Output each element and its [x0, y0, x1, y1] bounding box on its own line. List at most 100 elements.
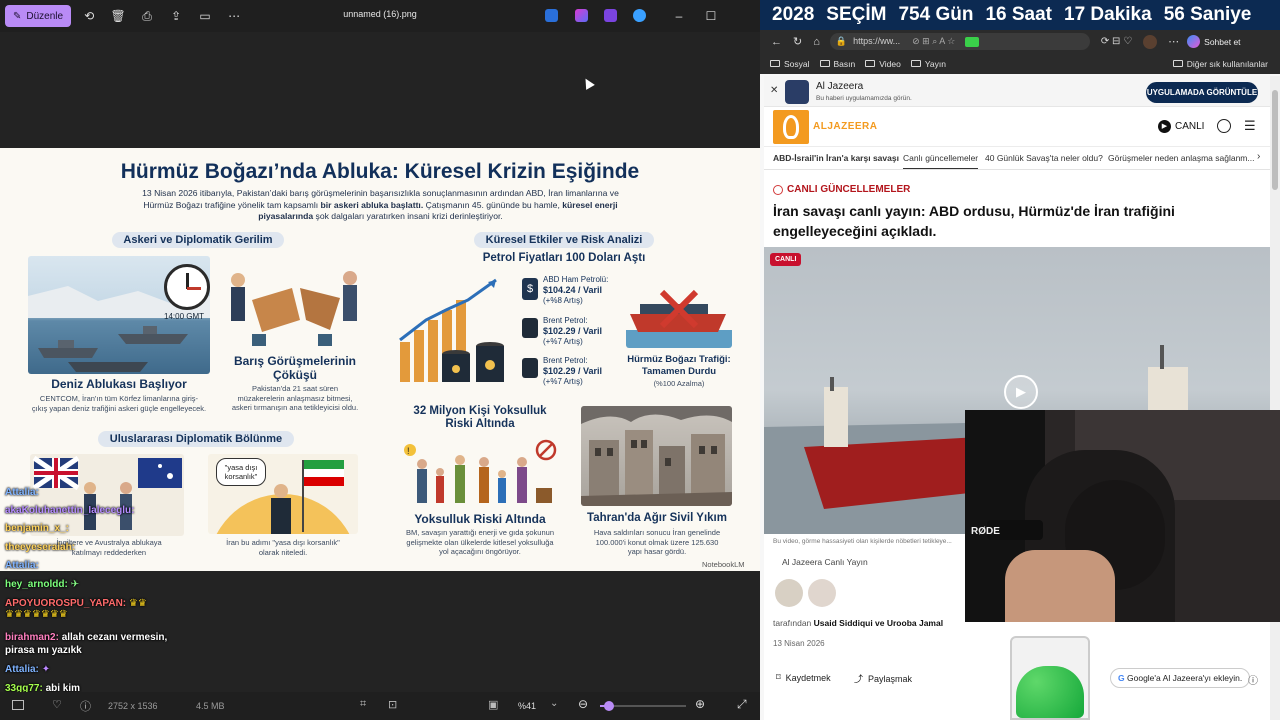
toolbar-icons[interactable]: ⟳ ⊟ ♡	[1101, 36, 1132, 47]
url-text: https://ww...	[853, 36, 901, 46]
crop-icon[interactable]: ⌗	[360, 698, 366, 711]
open-in-app-button[interactable]: UYGULAMADA GÖRÜNTÜLE	[1146, 82, 1258, 103]
app-promo-bar: ✕ Al Jazeera Bu haberi uygulamamızda gör…	[764, 76, 1270, 107]
chat-message: birahman2: allah cezanı vermesin, pirasa …	[5, 632, 168, 656]
app-icon-1[interactable]	[545, 9, 558, 22]
profile-avatar[interactable]	[1143, 34, 1158, 49]
bookmark-folder[interactable]: Basın	[819, 59, 855, 69]
folder-icon	[910, 60, 921, 67]
save-button[interactable]: ⌑ Kaydetmek	[776, 672, 831, 683]
info-icon[interactable]: ⓘ	[80, 698, 91, 714]
slideshow-icon[interactable]: ▭	[194, 5, 216, 27]
viewer-statusbar: ♡ ⓘ 2752 x 1536 4.5 MB ⌗ ⊡ ▣ %41 ⌄ ⊖ ⊕ ⤢	[0, 692, 760, 720]
traffic-title: Hürmüz Boğazı Trafiği: Tamamen Durdu	[627, 354, 731, 377]
zoom-level[interactable]: %41	[518, 701, 536, 711]
edit-button[interactable]: ✎ Düzenle	[5, 5, 72, 27]
other-bookmarks[interactable]: Diğer sık kullanılanlar	[1172, 59, 1268, 69]
print-icon[interactable]: ⎙	[136, 5, 158, 27]
mic-brand-label: RØDE	[971, 526, 1000, 537]
close-icon[interactable]: ✕	[770, 85, 778, 96]
menu-icon[interactable]: ⋯	[1168, 35, 1179, 48]
extension-icons[interactable]: ⊘ ⊞ ⌕ A ☆	[912, 33, 955, 50]
play-icon: ▶	[1158, 120, 1171, 133]
iran-flag-icon	[304, 460, 344, 486]
bookmark-folder[interactable]: Sosyal	[770, 59, 810, 69]
address-bar[interactable]: 🔒 https://ww... ⊘ ⊞ ⌕ A ☆	[829, 33, 1090, 50]
share-icon[interactable]: ⇪	[165, 5, 187, 27]
author-avatar[interactable]	[775, 579, 803, 607]
folder-icon	[819, 60, 830, 67]
topic-tab-active[interactable]: Canlı güncellemeler	[903, 153, 979, 169]
article-date: 13 Nisan 2026	[773, 639, 825, 648]
scrollbar-thumb[interactable]	[1272, 90, 1278, 190]
onedrive-icon[interactable]	[633, 9, 646, 22]
aljazeera-logo-icon[interactable]	[773, 110, 809, 144]
extension-icon[interactable]	[965, 36, 980, 47]
share-icon: ⤴	[854, 674, 864, 684]
aljazeera-header: ALJAZEERA ▶ CANLI ☰	[764, 107, 1270, 147]
author-avatar[interactable]	[808, 579, 836, 607]
browser-navbar: ← ↻ ⌂ 🔒 https://ww... ⊘ ⊞ ⌕ A ☆ ⟳ ⊟ ♡ ⋯ …	[760, 30, 1280, 53]
account-icon[interactable]	[1217, 119, 1231, 133]
right-section-header: Küresel Etkiler ve Risk Analizi	[474, 232, 654, 248]
zoom-slider[interactable]	[600, 701, 686, 711]
countdown-hours: 16 Saat	[985, 4, 1052, 25]
bookmarks-bar: Sosyal Basın Video Yayın Diğer sık kulla…	[760, 53, 1280, 74]
countdown-days: 754 Gün	[898, 4, 974, 25]
google-follow-button[interactable]: G Google'a Al Jazeera'yı ekleyin.	[1110, 668, 1251, 688]
tehran-desc: Hava saldırıları sonucu İran genelinde 10…	[593, 528, 721, 556]
poverty-header: 32 Milyon Kişi Yoksulluk Riski Altında	[413, 405, 547, 430]
live-button[interactable]: ▶ CANLI	[1158, 120, 1204, 133]
play-icon[interactable]: ▶	[1004, 375, 1038, 409]
topic-tab[interactable]: ABD-İsrail'in İran'a karşı savaşı	[773, 153, 899, 163]
page-scrollbar[interactable]	[1270, 76, 1280, 720]
share-button[interactable]: ⤴ Paylaşmak	[854, 672, 912, 685]
rotate-icon[interactable]: ⟲	[78, 5, 100, 27]
favorite-icon[interactable]: ♡	[52, 698, 62, 711]
back-icon[interactable]: ←	[771, 36, 782, 48]
topic-tab[interactable]: Görüşmeler neden anlaşma sağlanm...	[1108, 153, 1254, 163]
maximize-icon[interactable]: ☐	[700, 5, 722, 27]
actual-size-icon[interactable]: ▣	[488, 698, 498, 711]
more-icon[interactable]: ⋯	[223, 5, 245, 27]
article-headline[interactable]: İran savaşı canlı yayın: ABD ordusu, Hür…	[773, 201, 1263, 241]
hamburger-menu-icon[interactable]: ☰	[1244, 118, 1256, 134]
zoom-out-icon[interactable]: ⊖	[578, 697, 588, 711]
oil-barrel-icon	[522, 358, 538, 378]
refresh-icon[interactable]: ↻	[793, 35, 802, 48]
live-dot-icon	[773, 184, 783, 195]
zoom-dropdown-icon[interactable]: ⌄	[550, 698, 558, 709]
countdown-label: SEÇİM	[826, 4, 887, 25]
fit-icon[interactable]: ⊡	[388, 698, 397, 711]
bookmark-folder[interactable]: Yayın	[910, 59, 946, 69]
app-icon-2[interactable]	[575, 9, 588, 22]
clock-time-label: 14:00 GMT	[164, 312, 205, 321]
chevron-right-icon[interactable]: ›	[1254, 151, 1261, 162]
edit-icon: ✎	[13, 10, 22, 22]
bookmark-folder[interactable]: Video	[865, 59, 901, 69]
image-viewer-window: ✎ Düzenle ⟲ 🗑 ⎙ ⇪ ▭ ⋯ unnamed (16).png –…	[0, 0, 760, 720]
app-name: Al Jazeera	[816, 81, 864, 92]
copilot-icon	[1187, 35, 1201, 48]
app-icon-3[interactable]	[604, 9, 617, 22]
minimize-icon[interactable]: –	[668, 5, 690, 27]
fullscreen-icon[interactable]: ⤢	[737, 697, 747, 712]
topic-tab[interactable]: 40 Günlük Savaş'ta neler oldu?	[985, 153, 1103, 163]
naval-blockade-illustration: 14:00 GMT	[28, 256, 210, 374]
topic-tabs: ABD-İsrail'in İran'a karşı savaşı Canlı …	[764, 147, 1270, 170]
oil-barrels-chart-illustration	[396, 270, 512, 386]
folder-icon	[770, 60, 780, 67]
home-icon[interactable]: ⌂	[813, 36, 820, 48]
countdown-year: 2028	[772, 4, 815, 25]
copilot-chat-button[interactable]: Sohbet et	[1187, 35, 1241, 48]
info-icon[interactable]: ⓘ	[1248, 672, 1258, 687]
delete-icon[interactable]: 🗑	[107, 5, 129, 27]
poverty-title: Yoksulluk Riski Altında	[414, 512, 546, 526]
aljazeera-logo-text[interactable]: ALJAZEERA	[813, 121, 878, 132]
oil-item-2: Brent Petrol: $102.29 / Varil (+%7 Artış)	[543, 316, 603, 346]
tehran-title: Tahran'da Ağır Sivil Yıkım	[587, 512, 727, 524]
filmstrip-icon[interactable]	[12, 700, 24, 710]
talks-desc: Pakistan'da 21 saat süren müzakerelerin a…	[231, 384, 359, 412]
left-section-header: Askeri ve Diplomatik Gerilim	[112, 232, 284, 248]
zoom-in-icon[interactable]: ⊕	[695, 697, 705, 711]
